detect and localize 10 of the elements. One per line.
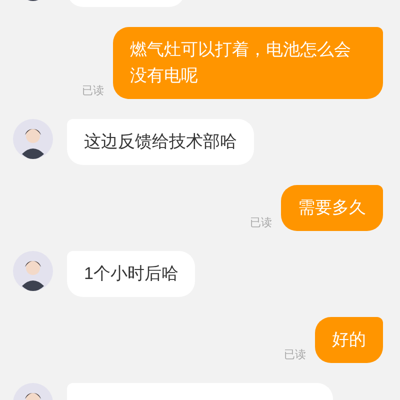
- message-bubble: 这边反馈给技术部哈: [67, 119, 254, 165]
- message-bubble: 燃气灶可以打着，电池怎么会没有电呢: [113, 27, 383, 99]
- message-bubble: 1个小时后哈: [67, 251, 196, 297]
- read-receipt: 已读: [82, 84, 104, 98]
- read-receipt: 已读: [284, 348, 306, 362]
- avatar: [13, 251, 53, 291]
- read-receipt: 已读: [250, 216, 272, 230]
- message-bubble: 好的: [315, 317, 383, 363]
- avatar: [13, 119, 53, 159]
- message-bubble: 需要多久: [281, 185, 383, 231]
